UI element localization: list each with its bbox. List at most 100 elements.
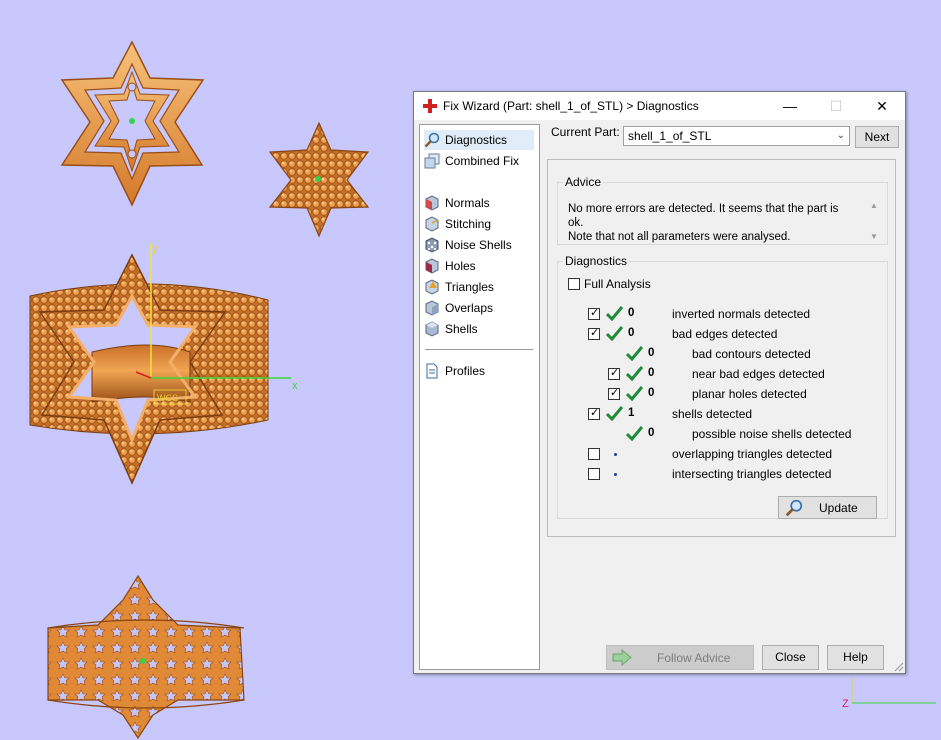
beaded-star-model — [268, 121, 370, 238]
corner-z-label: Z — [842, 698, 849, 710]
diag-label: bad contours detected — [692, 347, 811, 361]
inverted-normals-checkbox[interactable]: ✓ — [588, 307, 600, 320]
advice-group: Advice No more errors are detected. It s… — [557, 175, 888, 245]
diag-label: overlapping triangles detected — [672, 447, 833, 461]
nav-label: Stitching — [445, 217, 492, 231]
update-label: Update — [819, 501, 858, 515]
checkmark-icon: ✓ — [590, 307, 600, 319]
window-title: Fix Wizard (Part: shell_1_of_STL) > Diag… — [443, 99, 699, 113]
close-icon: ✕ — [876, 97, 888, 114]
red-cross-icon — [423, 99, 437, 113]
document-icon — [426, 363, 438, 379]
follow-advice-button[interactable]: Follow Advice — [606, 645, 754, 670]
nav-separator — [425, 349, 533, 350]
title-bar[interactable]: Fix Wizard (Part: shell_1_of_STL) > Diag… — [414, 92, 905, 120]
green-check-icon — [626, 386, 643, 401]
magnifier-icon — [785, 499, 803, 517]
bad-edges-checkbox[interactable]: ✓ — [588, 327, 600, 340]
wcs-label: WCS — [157, 393, 178, 403]
green-check-icon — [606, 306, 623, 321]
checkmark-icon: ✓ — [590, 327, 600, 339]
diag-count: 1 — [628, 407, 635, 419]
arrow-right-icon — [612, 649, 632, 666]
star-ring-model — [29, 243, 291, 485]
current-part-dropdown[interactable]: shell_1_of_STL ⌄ — [623, 126, 850, 146]
diag-label: bad edges detected — [672, 327, 778, 341]
shells-cube-icon — [425, 321, 439, 337]
nav-item-overlaps[interactable]: Overlaps — [424, 298, 493, 318]
chevron-down-icon: ⌄ — [836, 130, 845, 141]
scroll-up-icon[interactable]: ▲ — [870, 201, 882, 210]
diag-count: 0 — [628, 327, 635, 339]
current-part-value: shell_1_of_STL — [628, 129, 712, 143]
advice-text[interactable]: No more errors are detected. It seems th… — [568, 202, 848, 244]
planar-holes-checkbox[interactable]: ✓ — [608, 387, 620, 400]
green-check-icon — [606, 406, 623, 421]
diag-count: 0 — [628, 307, 635, 319]
overlaps-cube-icon — [425, 300, 439, 316]
nav-label: Overlaps — [445, 301, 494, 315]
scroll-down-icon[interactable]: ▼ — [870, 232, 882, 241]
diagnostics-page: Advice No more errors are detected. It s… — [547, 159, 896, 537]
checkmark-icon: ✓ — [610, 367, 620, 379]
follow-advice-label: Follow Advice — [657, 651, 731, 665]
diag-count: 0 — [648, 427, 655, 439]
overlapping-triangles-checkbox[interactable] — [588, 448, 600, 460]
combined-fix-icon — [424, 153, 440, 169]
advice-scrollbar[interactable]: ▲ ▼ — [870, 201, 882, 241]
maximize-button[interactable]: ☐ — [813, 92, 859, 120]
diag-label: possible noise shells detected — [692, 427, 852, 441]
minimize-icon: — — [783, 98, 797, 114]
close-window-button[interactable]: ✕ — [859, 92, 905, 120]
nav-item-stitching[interactable]: Stitching — [424, 214, 491, 234]
intersecting-triangles-checkbox[interactable] — [588, 468, 600, 480]
advice-line-2: Note that not all parameters were analys… — [568, 231, 791, 243]
maximize-icon: ☐ — [829, 97, 843, 114]
update-button[interactable]: Update — [778, 496, 877, 519]
nav-label: Shells — [445, 322, 478, 336]
star-pendant-outline-model — [60, 40, 205, 207]
x-axis-label: x — [292, 380, 298, 392]
nav-item-noise-shells[interactable]: Noise Shells — [424, 235, 512, 255]
diagnostics-group: Diagnostics Full Analysis ✓ 0 inverted n… — [557, 254, 888, 519]
nav-item-holes[interactable]: Holes — [424, 256, 476, 276]
nav-item-normals[interactable]: Normals — [424, 193, 490, 213]
nav-label: Diagnostics — [445, 133, 508, 147]
nav-item-combined-fix[interactable]: Combined Fix — [424, 151, 519, 171]
minimize-button[interactable]: — — [767, 92, 813, 120]
close-button[interactable]: Close — [762, 645, 819, 670]
full-analysis-checkbox[interactable] — [568, 278, 580, 290]
help-button[interactable]: Help — [827, 645, 884, 670]
nav-label: Combined Fix — [445, 154, 520, 168]
wizard-nav-panel: Diagnostics Combined Fix Normals Stitchi… — [419, 124, 540, 670]
near-bad-edges-checkbox[interactable]: ✓ — [608, 367, 620, 380]
stitching-cube-icon — [425, 216, 439, 232]
diag-label: planar holes detected — [692, 387, 807, 401]
resize-grip-icon[interactable] — [894, 662, 904, 672]
nav-label: Normals — [445, 196, 490, 210]
pending-dot-icon — [614, 473, 617, 476]
magnifier-icon — [424, 132, 440, 148]
current-part-label: Current Part: — [551, 125, 620, 139]
triangles-cube-icon — [425, 279, 439, 295]
nav-label: Holes — [445, 259, 476, 273]
lattice-ring-model — [47, 574, 245, 740]
nav-item-diagnostics[interactable]: Diagnostics — [424, 130, 534, 150]
diag-count: 0 — [648, 347, 655, 359]
advice-line-1: No more errors are detected. It seems th… — [568, 203, 839, 229]
green-check-icon — [626, 346, 643, 361]
next-button[interactable]: Next — [855, 126, 899, 148]
nav-item-profiles[interactable]: Profiles — [424, 361, 485, 381]
diag-count: 0 — [648, 387, 655, 399]
diag-count: 0 — [648, 367, 655, 379]
advice-title: Advice — [565, 175, 602, 189]
diag-label: inverted normals detected — [672, 307, 811, 321]
shells-checkbox[interactable]: ✓ — [588, 407, 600, 420]
holes-cube-icon — [425, 258, 439, 274]
nav-item-triangles[interactable]: Triangles — [424, 277, 494, 297]
nav-label: Profiles — [445, 364, 486, 378]
diagnostics-title: Diagnostics — [565, 254, 628, 268]
green-check-icon — [606, 326, 623, 341]
checkmark-icon: ✓ — [610, 387, 620, 399]
nav-item-shells[interactable]: Shells — [424, 319, 478, 339]
